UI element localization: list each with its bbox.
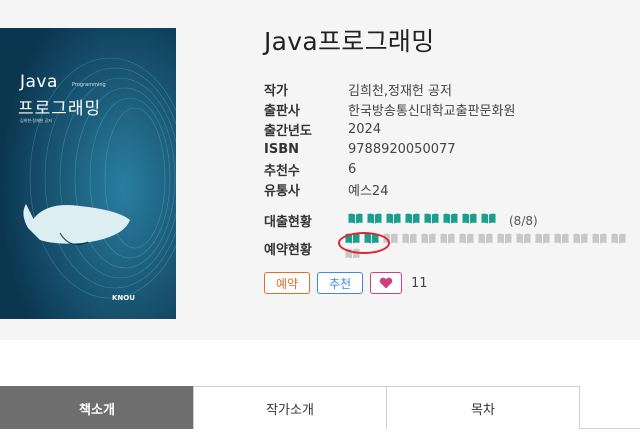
info-row-author: 작가 김희천,정재헌 공저 bbox=[264, 79, 515, 99]
book-title: Java프로그래밍 bbox=[264, 27, 435, 56]
info-value: 9788920050077 bbox=[348, 141, 456, 157]
book-empty-icon bbox=[573, 233, 588, 244]
tab-author-intro[interactable]: 작가소개 bbox=[193, 386, 387, 429]
info-label: 출판사 bbox=[264, 103, 300, 119]
book-available-icon bbox=[405, 213, 420, 224]
loan-status-row: 대출현황 (8/8) bbox=[264, 211, 538, 231]
reserve-status-row: 예약현황 bbox=[264, 233, 640, 263]
action-buttons: 예약 추천 11 bbox=[264, 272, 428, 294]
recommend-button[interactable]: 추천 bbox=[317, 272, 363, 294]
book-empty-icon bbox=[611, 233, 626, 244]
info-value: 6 bbox=[348, 161, 357, 177]
info-label: 출간년도 bbox=[264, 123, 312, 139]
info-row-distributor: 유통사 예스24 bbox=[264, 179, 515, 199]
book-available-icon bbox=[481, 213, 496, 224]
book-available-icon bbox=[443, 213, 458, 224]
info-value: 김희천,정재헌 공저 bbox=[348, 83, 452, 99]
info-label: 추천수 bbox=[264, 163, 300, 179]
book-available-icon bbox=[348, 213, 363, 224]
book-available-icon bbox=[462, 213, 477, 224]
reserve-status-label: 예약현황 bbox=[264, 242, 312, 258]
info-value: 2024 bbox=[348, 121, 382, 137]
info-row-recommend-count: 추천수 6 bbox=[264, 159, 515, 179]
book-empty-icon bbox=[402, 233, 417, 244]
book-available-icon bbox=[386, 213, 401, 224]
book-cover-image: Java Programming 프로그래밍 김희천·정재헌 공저 KNOU bbox=[0, 28, 176, 319]
like-button[interactable] bbox=[370, 272, 402, 294]
book-empty-icon bbox=[497, 233, 512, 244]
book-empty-icon bbox=[554, 233, 569, 244]
loan-count: (8/8) bbox=[509, 213, 538, 228]
book-available-icon bbox=[424, 213, 439, 224]
tab-book-intro[interactable]: 책소개 bbox=[0, 386, 194, 429]
red-annotation-circle bbox=[338, 232, 390, 254]
cover-authors: 김희천·정재헌 공저 bbox=[20, 118, 52, 123]
cover-title-en: Java bbox=[20, 72, 58, 92]
tab-table-of-contents[interactable]: 목차 bbox=[386, 386, 580, 429]
info-label: ISBN bbox=[264, 141, 299, 157]
book-empty-icon bbox=[516, 233, 531, 244]
info-row-publisher: 출판사 한국방송통신대학교출판문화원 bbox=[264, 99, 515, 119]
heart-icon bbox=[379, 277, 393, 289]
info-label: 유통사 bbox=[264, 183, 300, 199]
book-empty-icon bbox=[592, 233, 607, 244]
cover-subtitle-en: Programming bbox=[72, 82, 106, 88]
info-row-year: 출간년도 2024 bbox=[264, 119, 515, 139]
book-empty-icon bbox=[535, 233, 550, 244]
book-empty-icon bbox=[459, 233, 474, 244]
loan-book-icons bbox=[348, 213, 500, 228]
book-available-icon bbox=[367, 213, 382, 224]
book-empty-icon bbox=[440, 233, 455, 244]
reserve-book-icons bbox=[345, 233, 640, 263]
detail-tabs: 책소개 작가소개 목차 bbox=[0, 386, 640, 429]
info-row-isbn: ISBN 9788920050077 bbox=[264, 139, 515, 159]
loan-status-label: 대출현황 bbox=[264, 215, 312, 230]
reserve-button[interactable]: 예약 bbox=[264, 272, 310, 294]
publisher-logo: KNOU bbox=[112, 294, 135, 302]
info-label: 작가 bbox=[264, 83, 288, 99]
like-count: 11 bbox=[411, 275, 428, 291]
book-empty-icon bbox=[478, 233, 493, 244]
info-value: 한국방송통신대학교출판문화원 bbox=[348, 103, 516, 119]
book-empty-icon bbox=[421, 233, 436, 244]
cover-title-ko: 프로그래밍 bbox=[18, 99, 102, 119]
book-info-list: 작가 김희천,정재헌 공저 출판사 한국방송통신대학교출판문화원 출간년도 20… bbox=[264, 79, 515, 199]
info-value: 예스24 bbox=[348, 183, 389, 199]
